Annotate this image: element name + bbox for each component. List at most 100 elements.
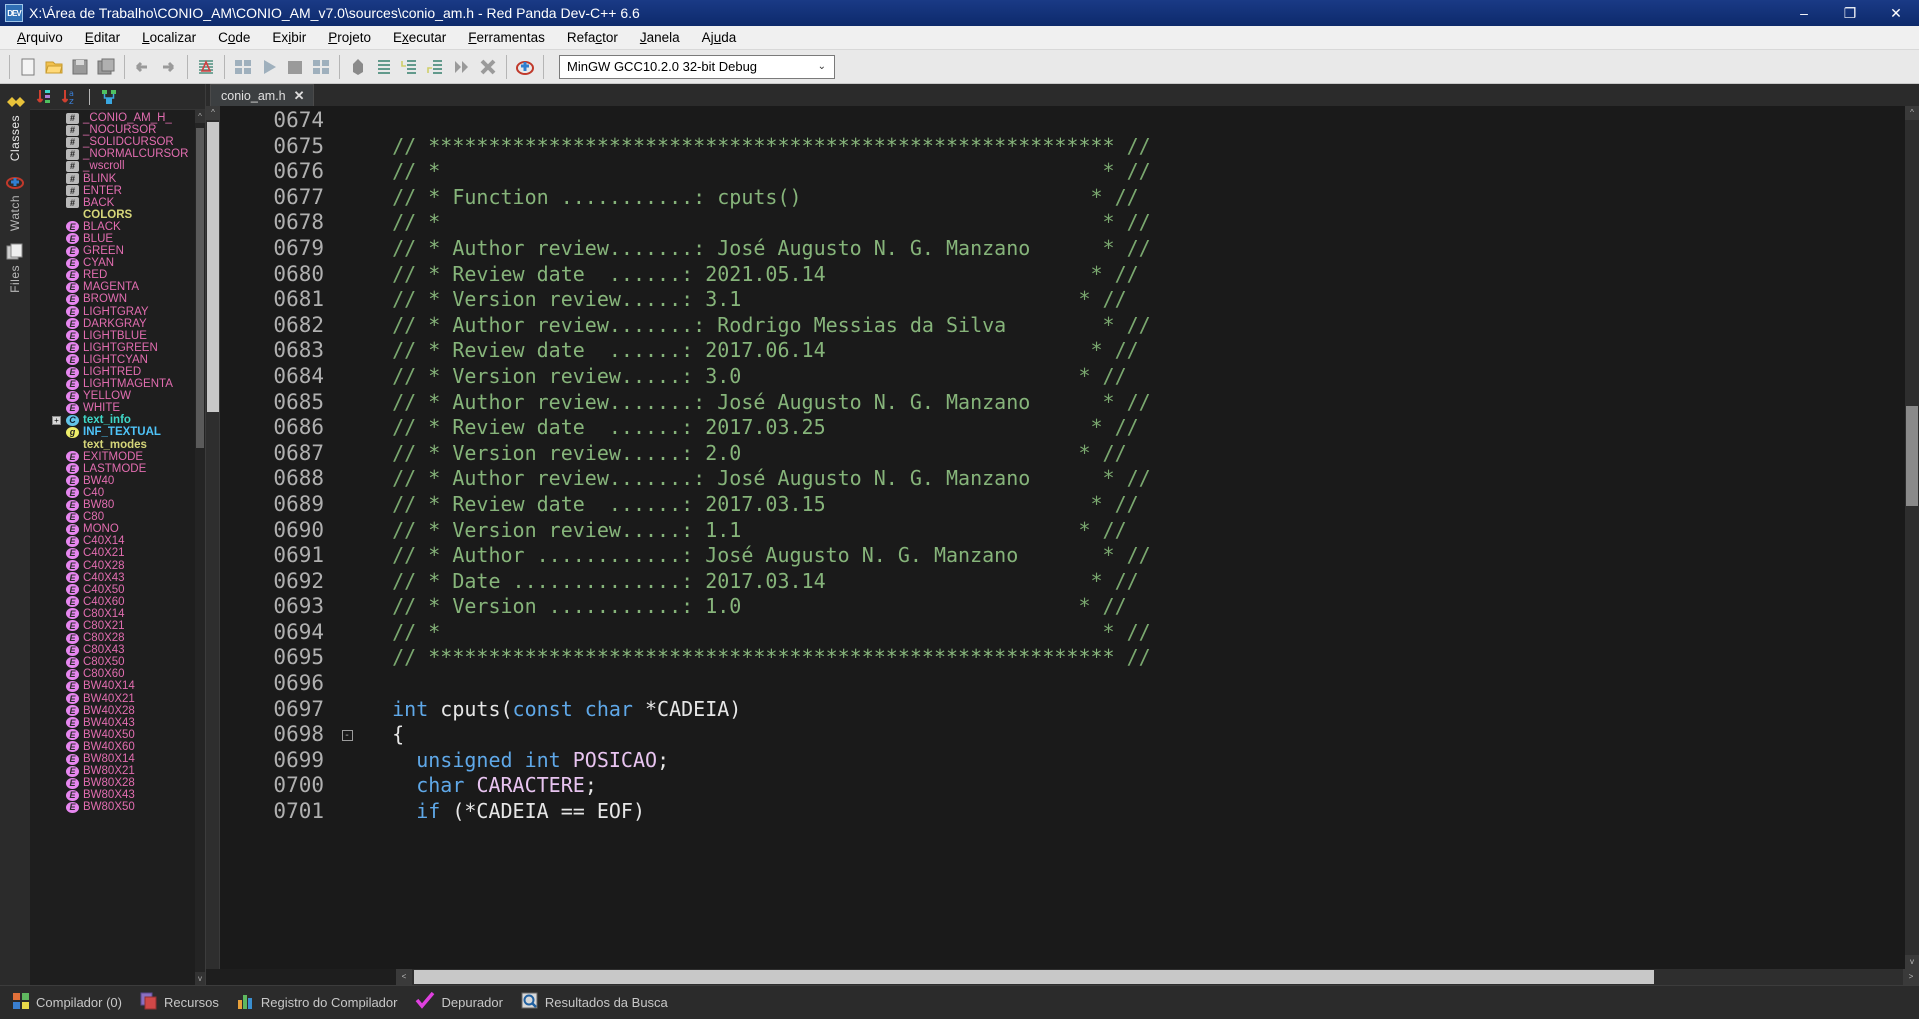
code-line[interactable]: 0700 char CARACTERE; xyxy=(220,773,1905,799)
code-line[interactable]: 0693 // * Version ...........: 1.0 * // xyxy=(220,594,1905,620)
code-line[interactable]: 0689 // * Review date ......: 2017.03.15… xyxy=(220,492,1905,518)
menu-item-exibir[interactable]: Exibir xyxy=(261,28,317,47)
scroll-left-arrow-icon[interactable]: < xyxy=(396,969,412,985)
class-browser-item[interactable]: E BW80X50 xyxy=(30,801,205,813)
sidebar-item-watch[interactable]: Watch xyxy=(1,168,29,236)
class-browser-item[interactable]: E WHITE xyxy=(30,402,205,414)
step-into-icon[interactable] xyxy=(397,54,423,80)
class-browser-item[interactable]: E BW40X28 xyxy=(30,705,205,717)
class-browser-item[interactable]: E BLUE xyxy=(30,233,205,245)
code-line[interactable]: 0699 unsigned int POSICAO; xyxy=(220,748,1905,774)
code-line[interactable]: 0691 // * Author ............: José Augu… xyxy=(220,543,1905,569)
scrollbar-thumb[interactable] xyxy=(207,122,219,412)
class-browser-item[interactable]: E LIGHTBLUE xyxy=(30,330,205,342)
compiler-set-select[interactable]: MinGW GCC10.2.0 32-bit Debug ⌄ xyxy=(559,54,835,79)
class-browser-item[interactable]: # _wscroll xyxy=(30,160,205,172)
class-browser-item[interactable]: E LIGHTGRAY xyxy=(30,306,205,318)
redo-icon[interactable] xyxy=(156,54,182,80)
editor-horizontal-scrollbar[interactable]: < > xyxy=(396,969,1919,985)
fold-gutter[interactable]: - xyxy=(338,722,356,748)
editor-right-scrollbar[interactable]: ^ v xyxy=(1905,106,1919,969)
class-browser-scrollbar[interactable]: ^ v xyxy=(195,110,205,985)
class-browser-item[interactable]: # _CONIO_AM_H_ xyxy=(30,112,205,124)
sort-by-type-icon[interactable] xyxy=(34,86,56,108)
bottom-tab-recursos[interactable]: Recursos xyxy=(134,988,231,1017)
scrollbar-thumb[interactable] xyxy=(1906,406,1918,506)
class-browser-item[interactable]: E RED xyxy=(30,269,205,281)
code-line[interactable]: 0695 // ********************************… xyxy=(220,645,1905,671)
class-browser-item[interactable]: E BW40X43 xyxy=(30,717,205,729)
class-browser-item[interactable]: E C80X28 xyxy=(30,632,205,644)
class-browser-item[interactable]: E BW40X21 xyxy=(30,693,205,705)
class-browser-item[interactable]: E LIGHTRED xyxy=(30,366,205,378)
class-browser-item[interactable]: E C40X21 xyxy=(30,547,205,559)
class-browser-item[interactable]: # BACK xyxy=(30,197,205,209)
compile-run-icon[interactable] xyxy=(308,54,334,80)
open-folder-icon[interactable] xyxy=(41,54,67,80)
class-browser-item[interactable]: E C40X28 xyxy=(30,559,205,572)
class-browser-item[interactable]: E YELLOW xyxy=(30,390,205,402)
class-browser-item[interactable]: text_modes xyxy=(30,439,205,451)
menu-item-editar[interactable]: Editar xyxy=(74,28,131,47)
show-inherited-icon[interactable] xyxy=(98,86,120,108)
menu-item-refactor[interactable]: Refactor xyxy=(556,28,629,47)
bottom-tab-registro-do-compilador[interactable]: Registro do Compilador xyxy=(231,988,410,1017)
expand-icon[interactable]: + xyxy=(52,416,61,426)
sort-alpha-icon[interactable]: az xyxy=(59,86,81,108)
editor-left-scrollbar[interactable]: ^ xyxy=(206,106,220,969)
find-icon[interactable] xyxy=(193,54,219,80)
editor-tab-conio-am-h[interactable]: conio_am.h ✕ xyxy=(210,84,314,106)
next-icon[interactable] xyxy=(449,54,475,80)
class-browser-item[interactable]: E BW80X28 xyxy=(30,777,205,789)
class-browser-item[interactable]: E GREEN xyxy=(30,245,205,257)
code-line[interactable]: 0681 // * Version review.....: 3.1 * // xyxy=(220,287,1905,313)
code-editor[interactable]: 0674 0675 // ****************************… xyxy=(220,106,1905,969)
menu-item-executar[interactable]: Executar xyxy=(382,28,457,47)
code-line[interactable]: 0684 // * Version review.....: 3.0 * // xyxy=(220,364,1905,390)
class-browser-item[interactable]: E C40 xyxy=(30,487,205,499)
new-file-icon[interactable] xyxy=(15,54,41,80)
class-browser-item[interactable]: E LIGHTGREEN xyxy=(30,342,205,354)
class-browser-item[interactable]: E C80X43 xyxy=(30,644,205,656)
stop-debug-icon[interactable] xyxy=(475,54,501,80)
stop-icon[interactable] xyxy=(282,54,308,80)
class-browser-item[interactable]: E LIGHTCYAN xyxy=(30,354,205,366)
scrollbar-thumb[interactable] xyxy=(414,970,1654,984)
maximize-button[interactable]: ❐ xyxy=(1827,0,1873,26)
class-browser-item[interactable]: # _SOLIDCURSOR xyxy=(30,136,205,148)
class-browser-item[interactable]: g INF_TEXTUAL xyxy=(30,426,205,438)
code-line[interactable]: 0679 // * Author review.......: José Aug… xyxy=(220,236,1905,262)
code-line[interactable]: 0694 // * * // xyxy=(220,620,1905,646)
code-line[interactable]: 0680 // * Review date ......: 2021.05.14… xyxy=(220,262,1905,288)
class-browser-item[interactable]: E LASTMODE xyxy=(30,463,205,475)
class-browser-item[interactable]: E BW40X50 xyxy=(30,729,205,741)
compile-icon[interactable] xyxy=(230,54,256,80)
close-icon[interactable]: ✕ xyxy=(294,88,305,104)
code-line[interactable]: 0674 xyxy=(220,108,1905,134)
class-browser-item[interactable]: E C40X43 xyxy=(30,572,205,584)
class-browser-item[interactable]: E LIGHTMAGENTA xyxy=(30,378,205,390)
code-line[interactable]: 0697 int cputs(const char *CADEIA) xyxy=(220,697,1905,723)
class-browser-item[interactable]: E C80X50 xyxy=(30,656,205,668)
code-line[interactable]: 0676 // * * // xyxy=(220,159,1905,185)
class-browser-item[interactable]: E C80X14 xyxy=(30,608,205,620)
save-all-icon[interactable] xyxy=(93,54,119,80)
close-button[interactable]: ✕ xyxy=(1873,0,1919,26)
menu-item-janela[interactable]: Janela xyxy=(629,28,691,47)
menu-item-arquivo[interactable]: Arquivo xyxy=(6,28,74,47)
minimize-button[interactable]: – xyxy=(1781,0,1827,26)
class-browser-item[interactable]: # ENTER xyxy=(30,185,205,197)
code-line[interactable]: 0688 // * Author review.......: José Aug… xyxy=(220,466,1905,492)
class-browser-item[interactable]: E CYAN xyxy=(30,257,205,269)
class-browser-item[interactable]: E MONO xyxy=(30,523,205,535)
class-browser-item[interactable]: E C80X60 xyxy=(30,668,205,680)
code-line[interactable]: 0701 if (*CADEIA == EOF) xyxy=(220,799,1905,825)
scrollbar-thumb[interactable] xyxy=(196,128,204,448)
class-browser-item[interactable]: E C80X21 xyxy=(30,620,205,632)
code-line[interactable]: 0696 xyxy=(220,671,1905,697)
code-line[interactable]: 0675 // ********************************… xyxy=(220,134,1905,160)
code-line[interactable]: 0678 // * * // xyxy=(220,210,1905,236)
menu-item-ajuda[interactable]: Ajuda xyxy=(691,28,748,47)
code-line[interactable]: 0682 // * Author review.......: Rodrigo … xyxy=(220,313,1905,339)
bottom-tab-depurador[interactable]: Depurador xyxy=(409,988,514,1017)
